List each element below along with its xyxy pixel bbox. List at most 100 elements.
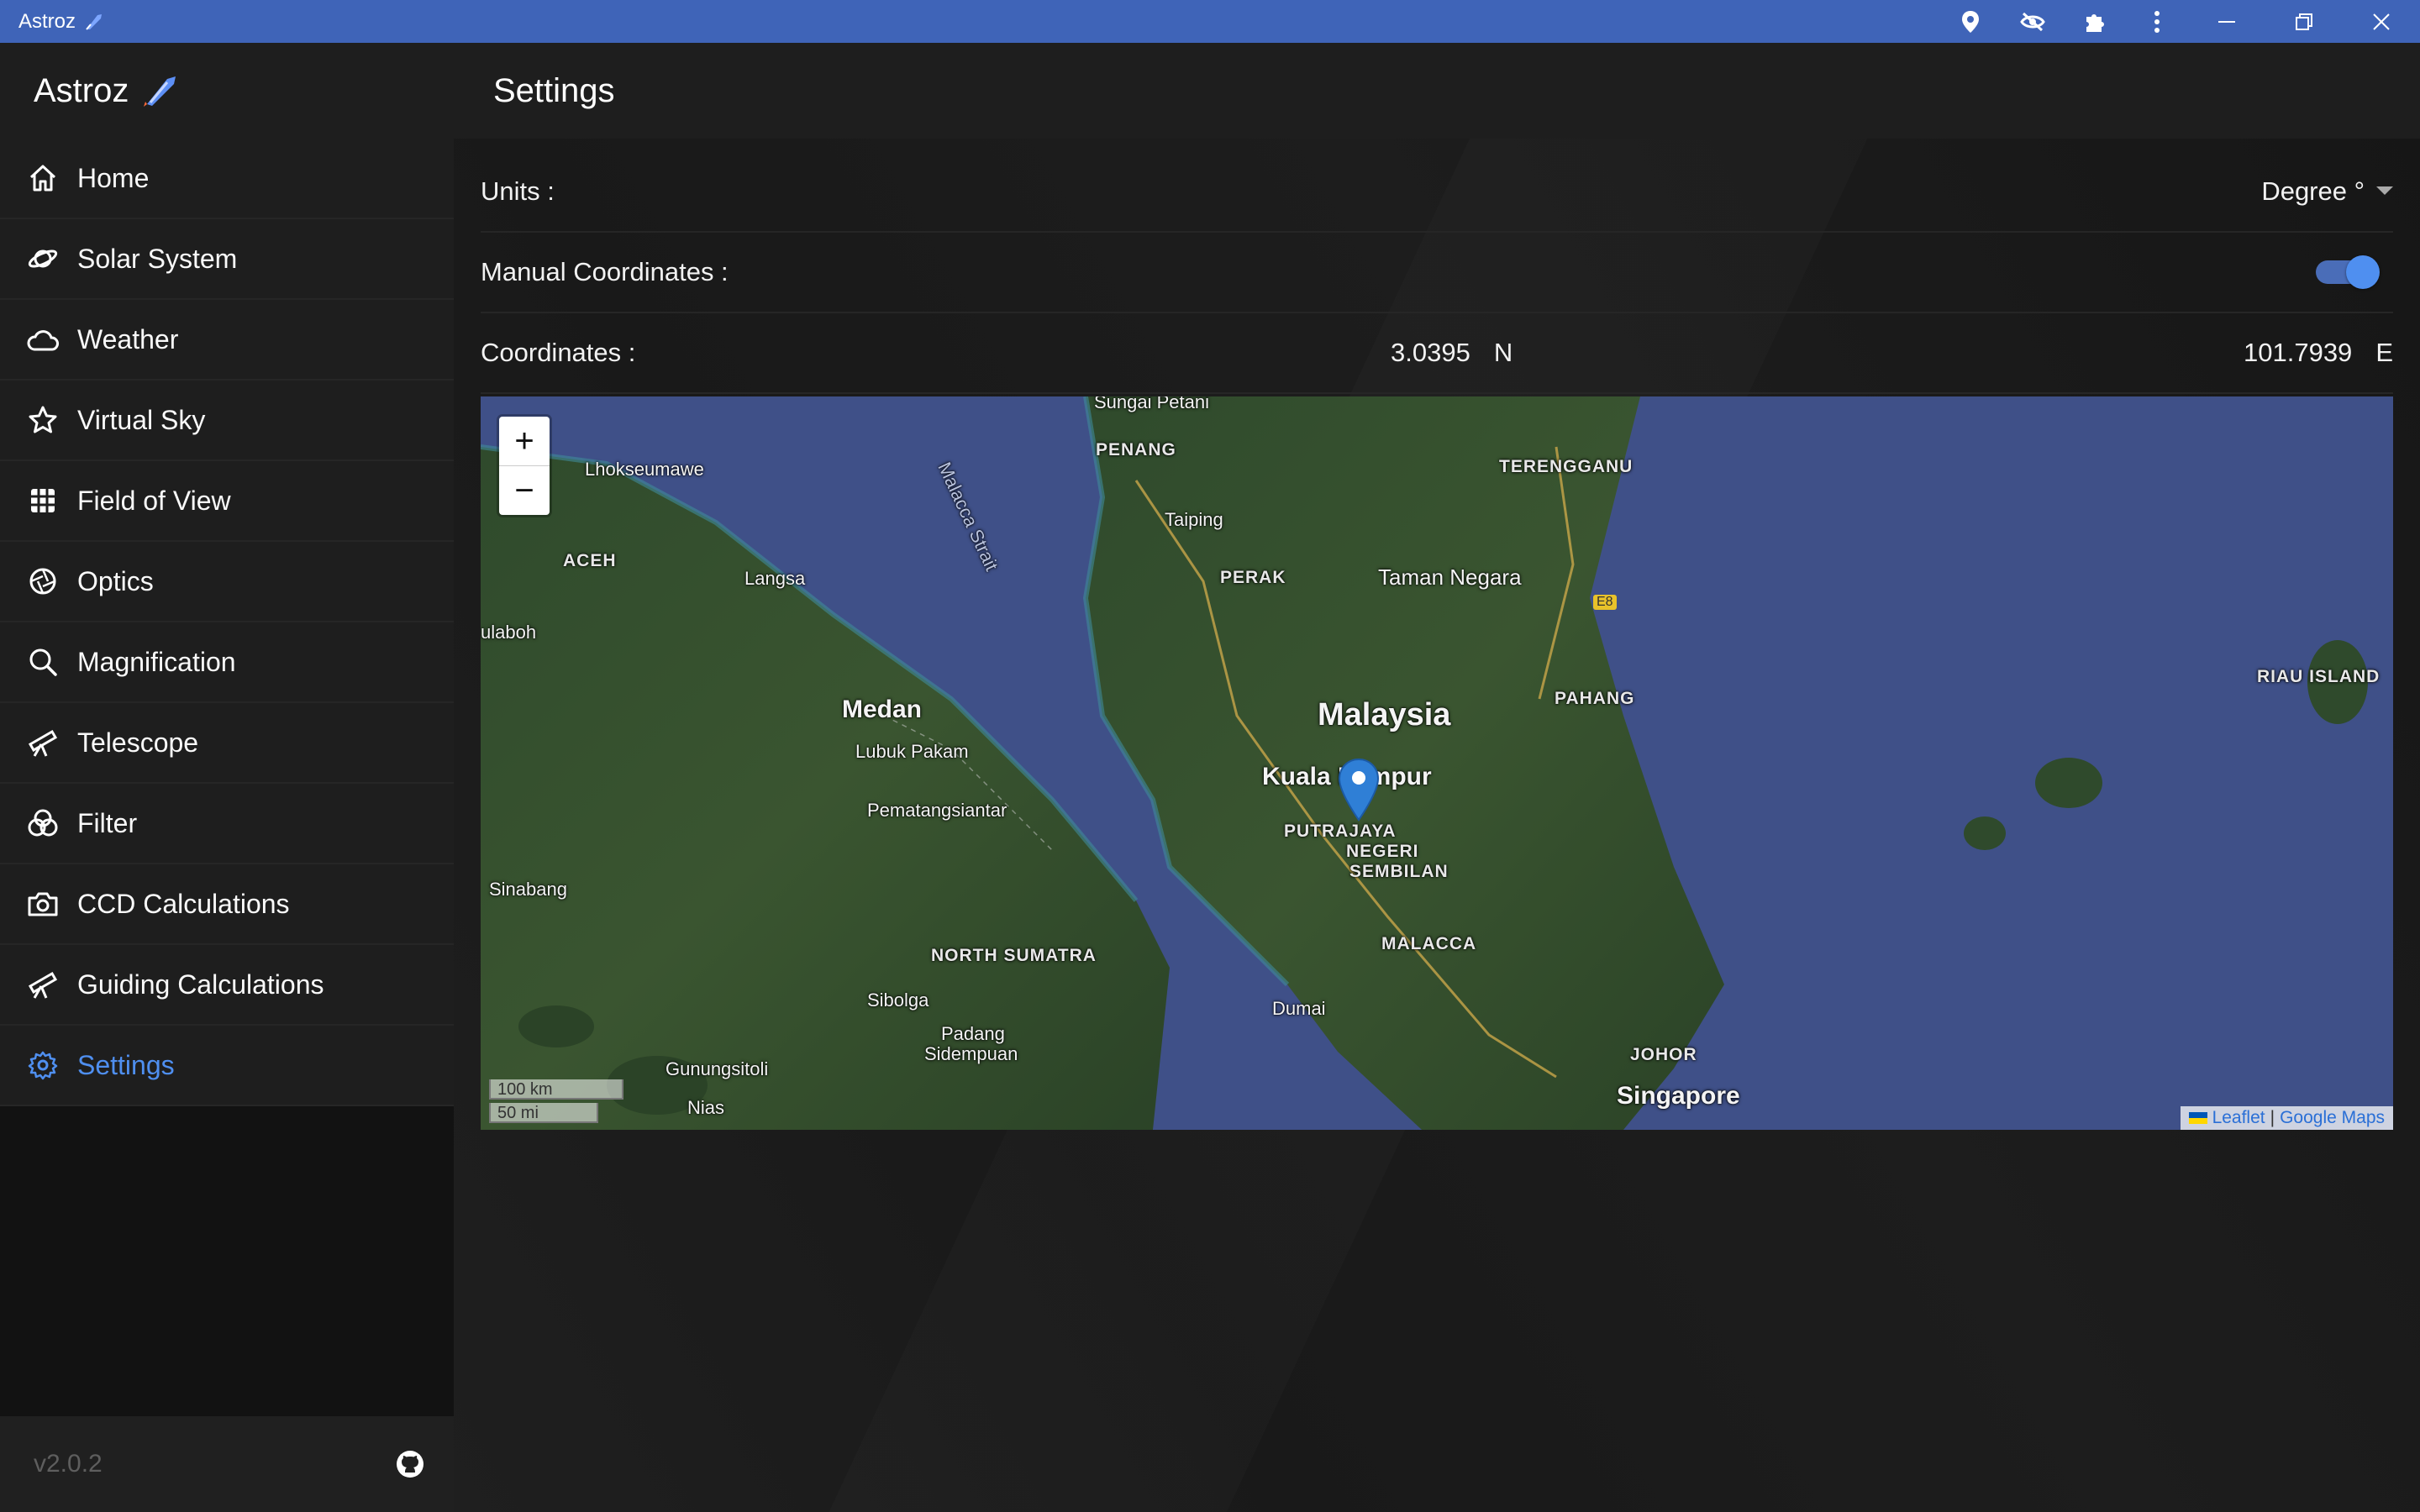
coordinates-label: Coordinates :	[481, 338, 636, 367]
map-label: RIAU ISLAND	[2257, 667, 2381, 686]
attribution-separator: |	[2270, 1108, 2275, 1127]
sidebar-item-label: Home	[77, 162, 150, 193]
telescope-icon	[25, 725, 60, 760]
map-label: Taman Negara	[1378, 564, 1522, 590]
units-label: Units :	[481, 176, 555, 206]
sidebar-item-settings[interactable]: Settings	[0, 1026, 454, 1106]
github-icon[interactable]	[395, 1449, 425, 1479]
map-label: TERENGGANU	[1499, 457, 1634, 476]
page-header: Settings	[454, 43, 2420, 139]
cloud-icon	[25, 322, 60, 357]
settings-panel: Units : Degree ° Manual Coordinates : Co…	[481, 152, 2393, 394]
sidebar-item-field-of-view[interactable]: Field of View	[0, 461, 454, 542]
map-label: Dumai	[1272, 998, 1326, 1019]
sidebar-item-virtual-sky[interactable]: Virtual Sky	[0, 381, 454, 461]
highway-shield: E8	[1593, 595, 1617, 610]
home-icon	[25, 160, 60, 196]
map-label: MALACCA	[1381, 934, 1477, 953]
search-icon	[25, 644, 60, 680]
sidebar-item-label: Guiding Calculations	[77, 969, 324, 1000]
units-value: Degree °	[2261, 176, 2365, 206]
map-label: JOHOR	[1630, 1045, 1697, 1064]
sidebar-item-filter[interactable]: Filter	[0, 784, 454, 864]
sidebar-item-ccd-calculations[interactable]: CCD Calculations	[0, 864, 454, 945]
longitude-value: 101.7939	[2244, 338, 2353, 367]
more-vert-icon[interactable]	[2126, 0, 2188, 43]
zoom-in-button[interactable]: +	[499, 417, 550, 466]
sidebar-item-label: Virtual Sky	[77, 404, 206, 435]
map-label: ulaboh	[481, 622, 537, 643]
map[interactable]: + − Sungai Petani PENANG TERENGGANU Lhok…	[481, 396, 2393, 1130]
sidebar-item-solar-system[interactable]: Solar System	[0, 219, 454, 300]
filter-icon	[25, 806, 60, 841]
sidebar-item-label: CCD Calculations	[77, 888, 290, 919]
rocket-icon	[144, 76, 176, 107]
sidebar-item-label: Settings	[77, 1049, 175, 1080]
longitude-field[interactable]: 101.7939 E	[2244, 338, 2393, 368]
map-label: Malaysia	[1318, 697, 1451, 732]
manual-coordinates-row: Manual Coordinates :	[481, 233, 2393, 313]
zoom-out-button[interactable]: −	[499, 466, 550, 515]
planet-icon	[25, 241, 60, 276]
sidebar-item-label: Optics	[77, 565, 154, 596]
location-icon[interactable]	[1939, 0, 2002, 43]
sidebar-item-optics[interactable]: Optics	[0, 542, 454, 622]
sidebar-item-magnification[interactable]: Magnification	[0, 622, 454, 703]
map-label: Gunungsitoli	[666, 1058, 769, 1079]
sidebar: Astroz Home Solar System Weather Virtual…	[0, 43, 454, 1512]
leaflet-link[interactable]: Leaflet	[2212, 1108, 2265, 1128]
sidebar-item-guiding-calculations[interactable]: Guiding Calculations	[0, 945, 454, 1026]
scale-mi: 50 mi	[489, 1103, 598, 1123]
caret-down-icon	[2376, 186, 2393, 195]
map-label: NORTH SUMATRA	[931, 946, 1097, 965]
window-title-text: Astroz	[18, 9, 76, 33]
map-label: Langsa	[744, 568, 806, 589]
hidden-eye-icon[interactable]	[2002, 0, 2064, 43]
latitude-direction: N	[1493, 338, 1513, 367]
sidebar-nav: Home Solar System Weather Virtual Sky Fi…	[0, 139, 454, 1106]
map-label: Pematangsiantar	[867, 800, 1007, 821]
telescope-icon	[25, 967, 60, 1002]
grid-icon	[25, 483, 60, 518]
version-label: v2.0.2	[34, 1450, 103, 1478]
brand-title: Astroz	[34, 71, 129, 109]
latitude-field[interactable]: 3.0395 N	[1391, 338, 1512, 368]
map-label: Lhokseumawe	[585, 459, 704, 480]
sidebar-item-label: Solar System	[77, 243, 238, 274]
map-label: Singapore	[1617, 1082, 1740, 1110]
map-scale: 100 km 50 mi	[489, 1076, 623, 1123]
close-button[interactable]	[2343, 0, 2420, 43]
sidebar-item-label: Filter	[77, 807, 138, 838]
toggle-knob	[2346, 255, 2380, 289]
map-label: Taiping	[1165, 509, 1223, 530]
map-label: NEGERI	[1346, 842, 1419, 861]
restore-button[interactable]	[2265, 0, 2343, 43]
map-label: PAHANG	[1555, 689, 1635, 708]
latitude-value: 3.0395	[1391, 338, 1470, 367]
sidebar-item-weather[interactable]: Weather	[0, 300, 454, 381]
sidebar-item-label: Field of View	[77, 485, 231, 516]
sidebar-item-label: Magnification	[77, 646, 236, 677]
map-label: PERAK	[1220, 568, 1286, 587]
coordinates-row: Coordinates : 3.0395 N 101.7939 E	[481, 313, 2393, 394]
units-select[interactable]: Degree °	[2261, 176, 2393, 207]
manual-coordinates-label: Manual Coordinates :	[481, 257, 729, 286]
map-label: Sungai Petani	[1094, 396, 1209, 412]
map-label: SEMBILAN	[1349, 862, 1449, 881]
google-maps-link[interactable]: Google Maps	[2280, 1108, 2385, 1128]
map-attribution: Leaflet | Google Maps	[2180, 1106, 2393, 1130]
map-label: Nias	[687, 1097, 725, 1118]
scale-km: 100 km	[489, 1079, 623, 1100]
longitude-direction: E	[2375, 338, 2393, 367]
minimize-button[interactable]	[2188, 0, 2265, 43]
main-content: Settings Units : Degree ° Manual Coordin…	[454, 43, 2420, 1512]
sidebar-item-telescope[interactable]: Telescope	[0, 703, 454, 784]
sidebar-item-home[interactable]: Home	[0, 139, 454, 219]
sidebar-footer: v2.0.2	[0, 1416, 454, 1512]
manual-coordinates-toggle[interactable]	[2316, 255, 2380, 289]
window-titlebar: Astroz	[0, 0, 2420, 43]
aperture-icon	[25, 564, 60, 599]
puzzle-icon[interactable]	[2064, 0, 2126, 43]
gear-icon	[25, 1047, 60, 1083]
location-marker[interactable]	[1338, 758, 1380, 826]
